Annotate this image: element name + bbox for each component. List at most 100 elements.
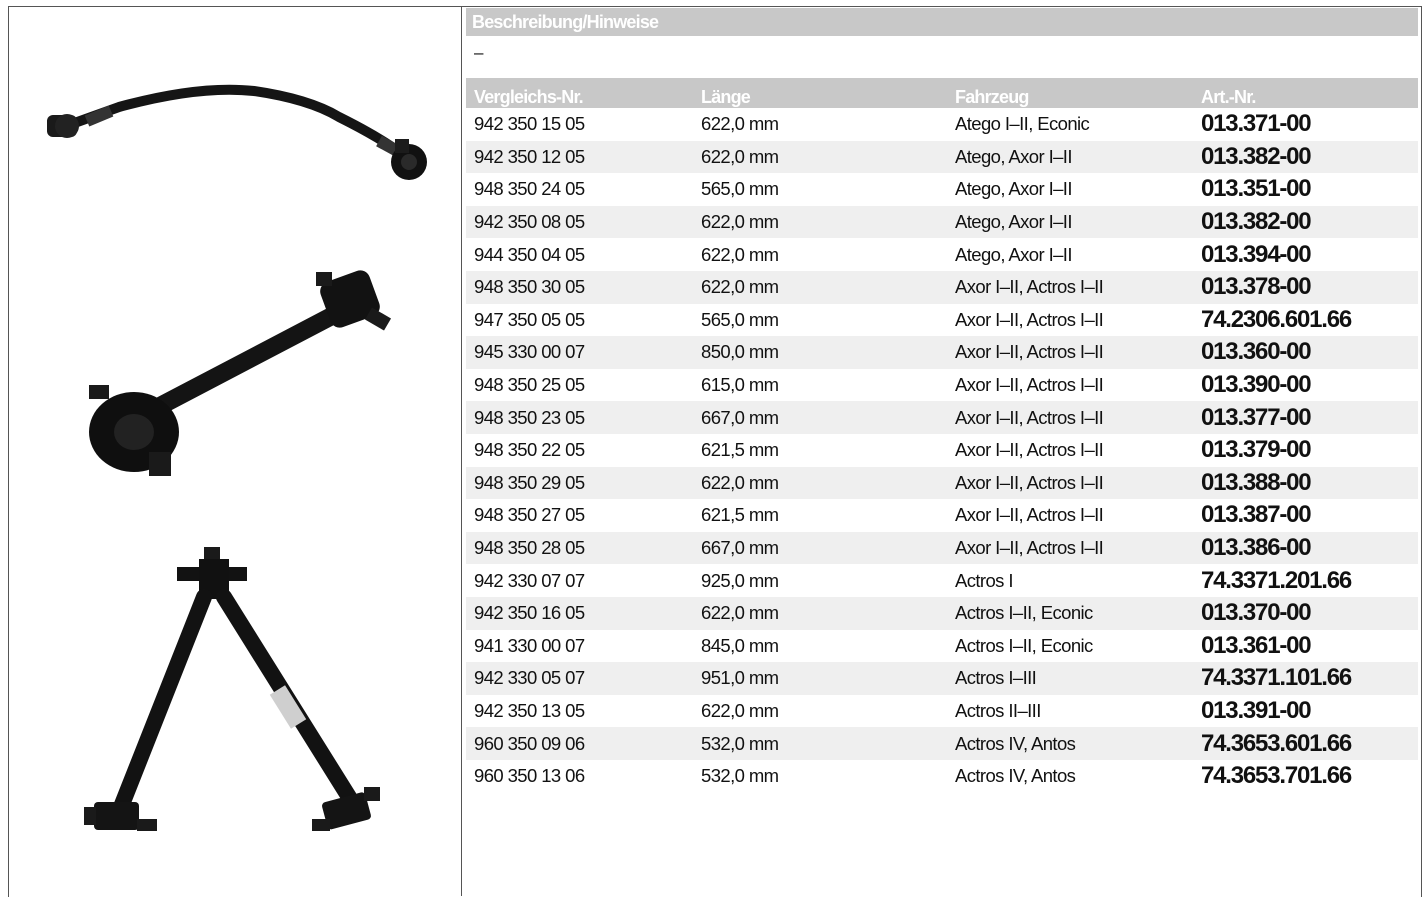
laenge-cell: 622,0 mm — [693, 140, 947, 174]
fahrzeug-cell: Atego, Axor I–II — [947, 205, 1193, 239]
fahrzeug-cell: Actros I–III — [947, 662, 1193, 695]
vergleichs-nr-cell: 944 350 04 05 — [474, 243, 585, 265]
art-nr-cell: 013.378-00 — [1193, 270, 1418, 304]
table-row: 942 330 07 07 925,0 mm Actros I 74.3371.201… — [466, 564, 1418, 597]
table-row: 948 350 28 05 667,0 mm Axor I–II, Actros I… — [466, 531, 1418, 565]
laenge-cell: 667,0 mm — [693, 401, 947, 434]
art-nr-cell: 013.370-00 — [1193, 596, 1418, 630]
vergleichs-nr-cell: 942 350 15 05 — [474, 113, 585, 135]
vergleichs-nr-cell: 941 330 00 07 — [474, 634, 585, 656]
v-rod-image — [84, 547, 380, 831]
description-header: Beschreibung/Hinweise — [466, 8, 1418, 36]
column-header-art-nr: Art.-Nr. — [1193, 78, 1418, 108]
vergleichs-nr-cell: 945 330 00 07 — [466, 336, 693, 369]
table-row: 941 330 00 07 845,0 mm Actros I–II, Econic… — [466, 630, 1418, 663]
table-row: 960 350 09 06 532,0 mm Actros IV, Antos 74.… — [466, 727, 1418, 760]
fahrzeug-cell: Atego, Axor I–II — [955, 243, 1073, 265]
fahrzeug-cell: Atego I–II, Econic — [955, 113, 1090, 135]
table-row: 948 350 27 05 621,5 mm Axor I–II, Actros I… — [466, 499, 1418, 532]
art-nr-cell: 013.371-00 — [1201, 110, 1312, 138]
art-nr-cell: 013.388-00 — [1193, 466, 1418, 500]
fahrzeug-cell: Axor I–II, Actros I–II — [955, 374, 1104, 396]
vergleichs-nr-cell: 948 350 23 05 — [466, 401, 693, 434]
laenge-cell: 565,0 mm — [701, 178, 779, 200]
vergleichs-nr-cell: 948 350 24 05 — [474, 178, 585, 200]
table-header-row: Vergleichs-Nr. Länge Fahrzeug Art.-Nr. — [466, 78, 1418, 108]
laenge-cell: 622,0 mm — [701, 699, 779, 721]
fahrzeug-cell: Actros I–II, Econic — [955, 634, 1093, 656]
fahrzeug-cell: Actros IV, Antos — [947, 727, 1193, 760]
art-nr-cell: 74.2306.601.66 — [1201, 305, 1352, 333]
laenge-cell: 622,0 mm — [693, 596, 947, 630]
fahrzeug-cell: Axor I–II, Actros I–II — [955, 308, 1104, 330]
torque-rod-straight-image — [89, 270, 392, 476]
column-header-vergleichs-nr: Vergleichs-Nr. — [466, 78, 693, 108]
art-nr-cell: 74.3653.701.66 — [1201, 762, 1352, 790]
product-image-panel — [9, 7, 461, 884]
laenge-cell: 622,0 mm — [701, 243, 779, 265]
fahrzeug-cell: Actros I–II, Econic — [947, 596, 1193, 630]
vergleichs-nr-cell: 942 350 12 05 — [466, 140, 693, 174]
art-nr-cell: 013.377-00 — [1193, 401, 1418, 434]
laenge-cell: 925,0 mm — [701, 569, 779, 591]
table-row: 948 350 24 05 565,0 mm Atego, Axor I–II 013… — [466, 173, 1418, 206]
product-photos — [47, 84, 427, 831]
laenge-cell: 622,0 mm — [701, 113, 779, 135]
laenge-cell: 850,0 mm — [693, 336, 947, 369]
table-row: 960 350 13 06 532,0 mm Actros IV, Antos 74.… — [466, 760, 1418, 793]
vergleichs-nr-cell: 948 350 25 05 — [474, 374, 585, 396]
fahrzeug-cell: Axor I–II, Actros I–II — [947, 531, 1193, 565]
vergleichs-nr-cell: 942 330 07 07 — [474, 569, 585, 591]
art-nr-cell: 013.382-00 — [1193, 205, 1418, 239]
vergleichs-nr-cell: 960 350 13 06 — [474, 765, 585, 787]
vergleichs-nr-cell: 948 350 27 05 — [474, 504, 585, 526]
vergleichs-nr-cell: 948 350 28 05 — [466, 531, 693, 565]
laenge-cell: 532,0 mm — [701, 765, 779, 787]
vergleichs-nr-cell: 942 350 13 05 — [474, 699, 585, 721]
art-nr-cell: 013.391-00 — [1201, 696, 1312, 724]
fahrzeug-cell: Axor I–II, Actros I–II — [955, 504, 1104, 526]
table-row: 944 350 04 05 622,0 mm Atego, Axor I–II 013… — [466, 238, 1418, 271]
fahrzeug-cell: Atego, Axor I–II — [955, 178, 1073, 200]
table-row: 942 350 13 05 622,0 mm Actros II–III 013.39… — [466, 695, 1418, 728]
column-divider — [461, 6, 462, 896]
table-row: 948 350 25 05 615,0 mm Axor I–II, Actros I… — [466, 369, 1418, 402]
description-text: – — [474, 43, 484, 62]
laenge-cell: 621,5 mm — [701, 439, 779, 461]
table-row: 945 330 00 07 850,0 mm Axor I–II, Actros I… — [466, 336, 1418, 369]
table-row: 948 350 22 05 621,5 mm Axor I–II, Actros I… — [466, 434, 1418, 467]
art-nr-cell: 013.379-00 — [1201, 436, 1312, 464]
column-header-laenge: Länge — [693, 78, 947, 108]
vergleichs-nr-cell: 942 350 16 05 — [466, 596, 693, 630]
fahrzeug-cell: Axor I–II, Actros I–II — [947, 270, 1193, 304]
laenge-cell: 532,0 mm — [693, 727, 947, 760]
laenge-cell: 951,0 mm — [693, 662, 947, 695]
table-row: 948 350 23 05 667,0 mm Axor I–II, Actros I… — [466, 401, 1418, 434]
art-nr-cell: 013.360-00 — [1193, 336, 1418, 369]
table-row: 942 330 05 07 951,0 mm Actros I–III 74.3371… — [466, 662, 1418, 695]
vergleichs-nr-cell: 942 330 05 07 — [466, 662, 693, 695]
fahrzeug-cell: Axor I–II, Actros I–II — [955, 439, 1104, 461]
art-nr-cell: 013.390-00 — [1201, 371, 1312, 399]
art-nr-cell: 74.3371.101.66 — [1193, 662, 1418, 695]
laenge-cell: 667,0 mm — [693, 531, 947, 565]
fahrzeug-cell: Actros I — [955, 569, 1014, 591]
fahrzeug-cell: Actros IV, Antos — [955, 765, 1076, 787]
vergleichs-nr-cell: 948 350 29 05 — [466, 466, 693, 500]
table-row: 948 350 29 05 622,0 mm Axor I–II, Actros I… — [466, 466, 1418, 500]
torque-rod-bent-image — [47, 84, 427, 180]
laenge-cell: 622,0 mm — [693, 270, 947, 304]
art-nr-cell: 013.361-00 — [1201, 631, 1312, 659]
laenge-cell: 565,0 mm — [701, 308, 779, 330]
vergleichs-nr-cell: 960 350 09 06 — [466, 727, 693, 760]
column-header-fahrzeug: Fahrzeug — [947, 78, 1193, 108]
art-nr-cell: 74.3371.201.66 — [1201, 566, 1352, 594]
comparison-table: Vergleichs-Nr. Länge Fahrzeug Art.-Nr. 9… — [466, 78, 1418, 792]
table-row: 942 350 15 05 622,0 mm Atego I–II, Econic 0… — [466, 108, 1418, 141]
fahrzeug-cell: Axor I–II, Actros I–II — [947, 401, 1193, 434]
laenge-cell: 622,0 mm — [693, 466, 947, 500]
fahrzeug-cell: Axor I–II, Actros I–II — [947, 336, 1193, 369]
laenge-cell: 615,0 mm — [701, 374, 779, 396]
art-nr-cell: 013.387-00 — [1201, 501, 1312, 529]
fahrzeug-cell: Atego, Axor I–II — [947, 140, 1193, 174]
